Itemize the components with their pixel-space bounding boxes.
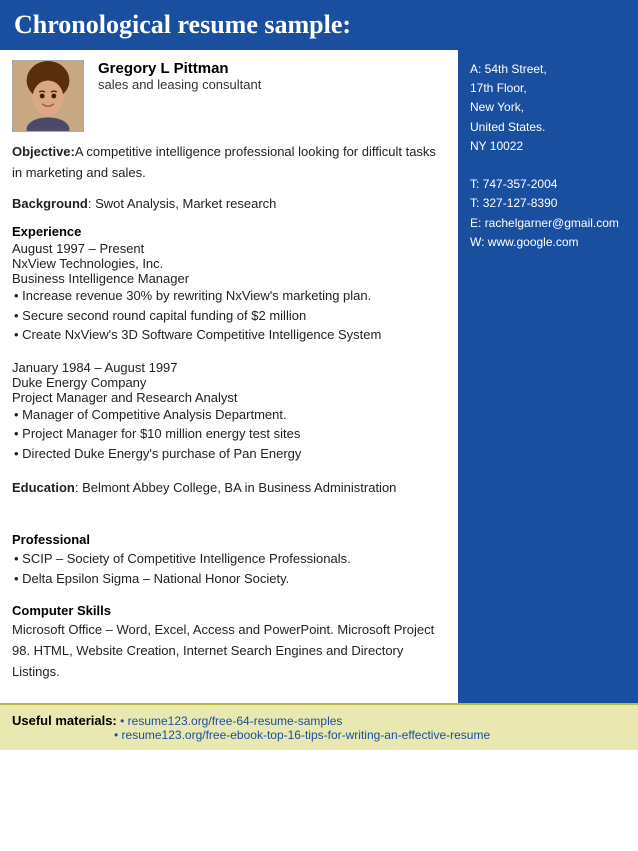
contact-address-4: United States. [470,118,626,137]
job-2-bullet-1: • Manager of Competitive Analysis Depart… [14,405,446,425]
footer-label: Useful materials: [12,713,117,728]
objective-section: Objective:A competitive intelligence pro… [12,142,446,184]
contact-web: W: www.google.com [470,233,626,252]
education-section: Education: Belmont Abbey College, BA in … [12,478,446,499]
contact-address-3: New York, [470,98,626,117]
job-2-bullet-2: • Project Manager for $10 million energy… [14,424,446,444]
job-1: August 1997 – Present NxView Technologie… [12,241,446,345]
contact-sidebar: A: 54th Street, 17th Floor, New York, Un… [458,50,638,703]
resume-header: Gregory L Pittman sales and leasing cons… [12,60,446,132]
background-section: Background: Swot Analysis, Market resear… [12,194,446,215]
phone2-label: T: [470,196,479,210]
education-label: Education [12,480,75,495]
web-label: W: [470,235,484,249]
footer-link-1[interactable]: • resume123.org/free-64-resume-samples [120,714,342,728]
job-1-company: NxView Technologies, Inc. [12,256,446,271]
contact-address-2: 17th Floor, [470,79,626,98]
job-1-bullet-1: • Increase revenue 30% by rewriting NxVi… [14,286,446,306]
name-title: Gregory L Pittman sales and leasing cons… [98,60,261,92]
objective-label: Objective: [12,144,75,159]
resume-body: Gregory L Pittman sales and leasing cons… [0,50,458,703]
person-role: sales and leasing consultant [98,77,261,92]
footer-section: Useful materials: • resume123.org/free-6… [0,703,638,750]
job-1-bullet-3: • Create NxView's 3D Software Competitiv… [14,325,446,345]
professional-bullet-2: • Delta Epsilon Sigma – National Honor S… [14,569,446,589]
phone1-label: T: [470,177,479,191]
phone1-value: 747-357-2004 [483,177,558,191]
email-label: E: [470,216,481,230]
contact-email: E: rachelgarner@gmail.com [470,214,626,233]
education-text: : Belmont Abbey College, BA in Business … [75,480,397,495]
web-value: www.google.com [488,235,579,249]
contact-address-5: NY 10022 [470,137,626,156]
professional-bullet-1: • SCIP – Society of Competitive Intellig… [14,549,446,569]
job-2-bullet-3: • Directed Duke Energy's purchase of Pan… [14,444,446,464]
person-name: Gregory L Pittman [98,60,261,77]
objective-text: A competitive intelligence professional … [12,144,436,180]
job-2-role: Project Manager and Research Analyst [12,390,446,405]
page-title: Chronological resume sample: [0,0,638,50]
job-2-company: Duke Energy Company [12,375,446,390]
professional-heading: Professional [12,532,446,547]
job-1-bullet-2: • Secure second round capital funding of… [14,306,446,326]
background-text: : Swot Analysis, Market research [88,196,277,211]
computer-skills-text: Microsoft Office – Word, Excel, Access a… [12,620,446,682]
job-2-date: January 1984 – August 1997 [12,360,446,375]
computer-skills-heading: Computer Skills [12,603,111,618]
footer-link-2[interactable]: • resume123.org/free-ebook-top-16-tips-f… [114,728,490,742]
contact-phone2: T: 327-127-8390 [470,194,626,213]
avatar [12,60,84,132]
job-1-date: August 1997 – Present [12,241,446,256]
background-label: Background [12,196,88,211]
computer-skills-section: Computer Skills Microsoft Office – Word,… [12,603,446,682]
email-value: rachelgarner@gmail.com [485,216,619,230]
phone2-value: 327-127-8390 [483,196,558,210]
job-2: January 1984 – August 1997 Duke Energy C… [12,360,446,464]
job-1-role: Business Intelligence Manager [12,271,446,286]
experience-heading: Experience [12,224,446,239]
contact-address-1: A: 54th Street, [470,60,626,79]
contact-phone1: T: 747-357-2004 [470,175,626,194]
